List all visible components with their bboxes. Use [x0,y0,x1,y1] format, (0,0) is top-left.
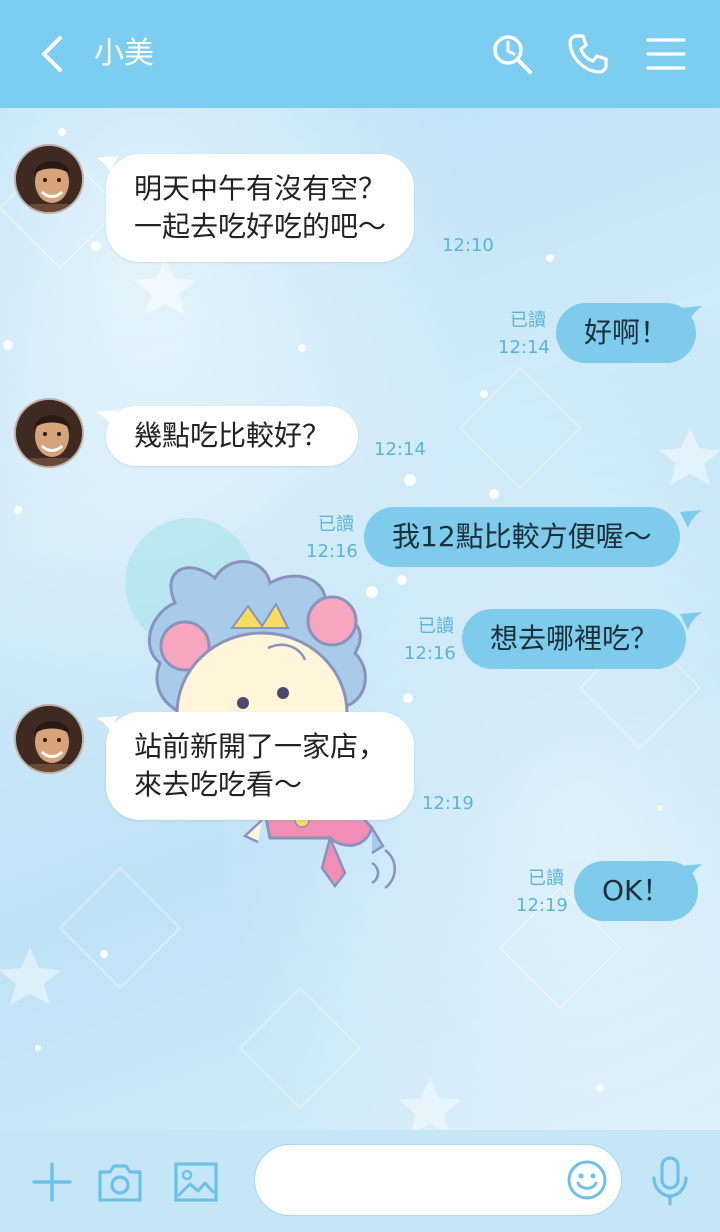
bubble-tail [680,864,702,882]
message-text-line: 一起去吃好吃的吧～ [134,210,387,243]
search-icon[interactable] [488,30,536,78]
chat-header: 小美 [0,0,720,108]
message-text-line: OK！ [602,874,671,907]
message-bubble-outgoing[interactable]: 我12點比較方便喔～ [364,507,680,567]
message-time: 12:14 [498,337,550,358]
message-time: 12:16 [404,643,456,664]
message-bubble-outgoing[interactable]: 好啊！ [556,303,697,363]
message-time: 12:19 [422,793,474,814]
plus-icon[interactable] [28,1158,76,1206]
bubble-tail [680,612,702,630]
message-text-line: 想去哪裡吃？ [490,622,659,655]
chat-area[interactable]: 明天中午有沒有空？ 一起去吃好吃的吧～ 12:10 已讀 12:14 好啊！ 幾… [0,108,720,1130]
message-bubble-outgoing[interactable]: 想去哪裡吃？ [462,609,687,669]
message-text-line: 幾點吃比較好？ [134,419,331,452]
camera-icon[interactable] [96,1158,144,1206]
message-text-line: 站前新開了一家店， [134,730,387,763]
message-bubble-incoming[interactable]: 明天中午有沒有空？ 一起去吃好吃的吧～ [106,154,415,262]
menu-icon[interactable] [642,30,690,78]
input-bar [0,1130,720,1232]
contact-avatar[interactable] [14,704,84,774]
message-text-line: 來去吃吃看～ [134,768,303,801]
contact-avatar[interactable] [14,144,84,214]
chat-title: 小美 [94,36,154,71]
emoji-icon[interactable] [565,1158,609,1202]
bubble-tail [680,306,702,324]
message-bubble-incoming[interactable]: 幾點吃比較好？ [106,406,359,466]
message-text-line: 我12點比較方便喔～ [392,520,652,553]
message-text-line: 明天中午有沒有空？ [134,172,387,205]
image-icon[interactable] [172,1158,220,1206]
message-time: 12:14 [374,439,426,460]
read-receipt: 已讀 [510,310,546,331]
phone-icon[interactable] [564,30,612,78]
message-time: 12:16 [306,541,358,562]
back-icon[interactable] [30,30,74,78]
contact-avatar[interactable] [14,398,84,468]
message-bubble-incoming[interactable]: 站前新開了一家店， 來去吃吃看～ [106,712,415,820]
message-text-line: 好啊！ [584,316,669,349]
message-time: 12:10 [442,235,494,256]
microphone-icon[interactable] [646,1154,694,1208]
read-receipt: 已讀 [418,616,454,637]
read-receipt: 已讀 [318,514,354,535]
bubble-tail [680,510,702,528]
message-time: 12:19 [516,895,568,916]
read-receipt: 已讀 [528,868,564,889]
